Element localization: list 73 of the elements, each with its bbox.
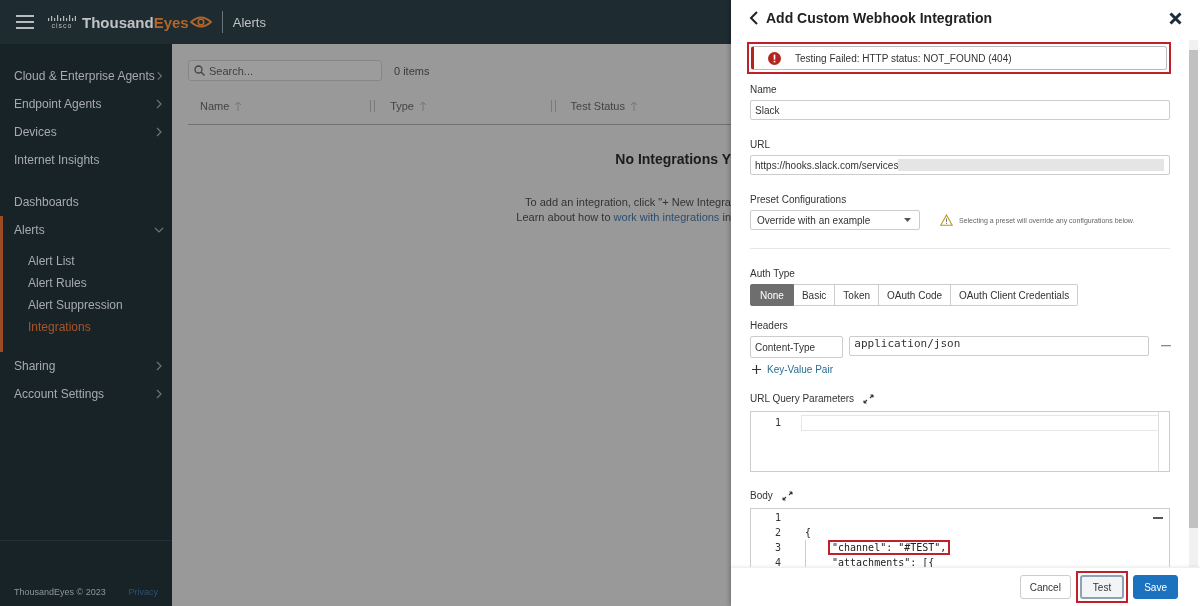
footer-button[interactable]: Cancel (1019, 575, 1071, 599)
line-number: 1 (773, 512, 782, 523)
nav-item[interactable]: Account Settings (0, 380, 172, 408)
code-editor[interactable]: 1 (750, 411, 1170, 472)
search-icon (194, 65, 205, 76)
name-field[interactable]: Slack (750, 100, 1170, 120)
chevron-right-icon (154, 99, 164, 109)
menu-icon[interactable] (16, 15, 34, 29)
cisco-bars-icon (48, 14, 76, 22)
add-key-value-link[interactable]: Key-Value Pair (767, 364, 833, 375)
code-line: { (804, 526, 813, 540)
empty-state-title: No Integrations Y (614, 151, 731, 167)
auth-type-option[interactable]: Token (835, 284, 880, 306)
nav-item[interactable]: Dashboards (0, 188, 172, 216)
nav-item[interactable]: Sharing (0, 352, 172, 380)
expand-icon[interactable] (863, 393, 875, 404)
preset-dropdown[interactable]: Override with an example (750, 210, 920, 230)
warning-icon (940, 214, 953, 226)
field-label: Headers (750, 320, 789, 331)
line-number: 1 (773, 417, 782, 428)
auth-type-option[interactable]: Basic (793, 284, 836, 306)
nav-subitem[interactable]: Alert Rules (3, 272, 172, 294)
nav-item[interactable]: Alerts (3, 216, 172, 244)
empty-state-text: To add an integration, click "+ New Integra (524, 195, 731, 210)
field-label: Auth Type (750, 268, 796, 279)
chevron-down-icon (154, 225, 164, 235)
header-value-field[interactable]: application/json (849, 336, 1150, 356)
nav-item[interactable]: Devices (0, 118, 172, 146)
chevron-right-icon (154, 361, 164, 371)
caret-icon (904, 218, 911, 222)
panel-title: Add Custom Webhook Integration (766, 10, 993, 26)
nav-item[interactable]: Cloud & Enterprise Agents (0, 62, 172, 90)
column-header[interactable]: Name (200, 100, 230, 112)
close-icon[interactable] (1169, 11, 1182, 25)
page-title: Alerts (232, 14, 266, 30)
plus-icon[interactable] (752, 365, 761, 374)
url-field[interactable]: https://hooks.slack.com/services (750, 155, 1170, 175)
chevron-right-icon (154, 127, 164, 137)
field-label: URL Query Parameters (750, 393, 855, 404)
search-field[interactable]: Search... (188, 60, 382, 81)
alert-message: Testing Failed: HTTP status: NOT_FOUND (404) (795, 52, 1012, 64)
line-number: 2 (773, 527, 782, 538)
auth-type-option[interactable]: OAuth Code (879, 284, 952, 306)
nav-item[interactable]: Internet Insights (0, 146, 172, 174)
minus-icon (1153, 517, 1163, 519)
chevron-right-icon (154, 389, 164, 399)
brand-logo: ThousandEyes (82, 13, 189, 31)
footer-button[interactable]: Test (1079, 575, 1125, 599)
save-button[interactable]: Save (1133, 575, 1178, 599)
nav-item[interactable]: Endpoint Agents (0, 90, 172, 118)
field-label: Preset Configurations (750, 194, 848, 205)
error-icon (768, 51, 781, 65)
nav-subitem[interactable]: Alert Suppression (3, 294, 172, 316)
column-header[interactable]: Type (390, 100, 414, 112)
eye-icon (189, 16, 212, 28)
copyright-text: ThousandEyes © 2023 (14, 587, 106, 597)
line-number: 3 (773, 542, 782, 553)
code-line: "attachments": [{ (831, 556, 936, 567)
line-number: 4 (773, 557, 782, 567)
empty-state-text: Learn about how to work with integrations in (515, 210, 731, 225)
back-icon[interactable] (749, 11, 759, 25)
nav-subitem[interactable]: Alert List (3, 250, 172, 272)
field-label: Body (750, 490, 773, 501)
expand-icon[interactable] (781, 490, 793, 501)
header-key-field[interactable]: Content-Type (750, 336, 844, 358)
column-header[interactable]: Test Status (570, 100, 625, 112)
item-count: 0 items (394, 64, 430, 77)
scrollbar-thumb[interactable] (1189, 50, 1198, 528)
auth-type-option[interactable]: None (750, 284, 794, 306)
auth-type-option[interactable]: OAuth Client Credentials (951, 284, 1079, 306)
field-label: Name (750, 84, 778, 95)
minus-icon[interactable] (1161, 345, 1171, 347)
field-label: URL (750, 139, 771, 150)
